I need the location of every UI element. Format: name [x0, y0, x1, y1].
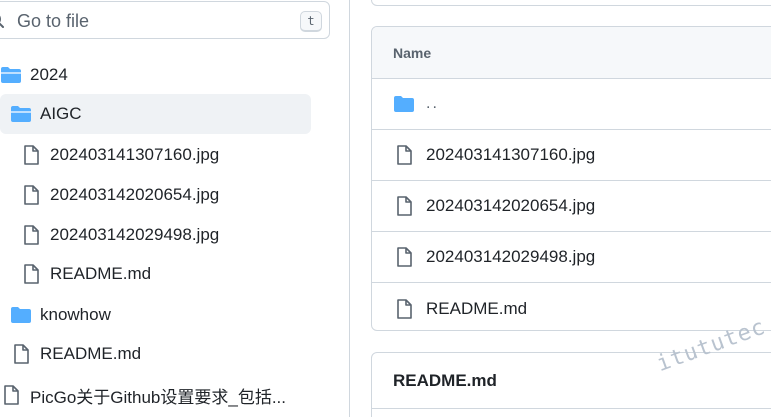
- file-icon: [20, 263, 42, 285]
- go-to-file-search[interactable]: Go to file t: [0, 1, 330, 39]
- tree-item-label: 202403142020654.jpg: [50, 185, 220, 204]
- search-placeholder: Go to file: [17, 11, 90, 31]
- file-icon: [393, 298, 415, 320]
- file-icon: [10, 343, 32, 365]
- folder-open-icon: [0, 64, 22, 86]
- search-icon: [0, 13, 5, 29]
- table-row[interactable]: 202403142020654.jpg: [372, 181, 771, 232]
- file-icon: [393, 246, 415, 268]
- folder-open-icon: [10, 103, 32, 125]
- tree-item-label: PicGo关于Github设置要求_包括...: [30, 387, 287, 407]
- tree-item-label: knowhow: [40, 305, 111, 324]
- file-link[interactable]: 202403142020654.jpg: [426, 196, 595, 216]
- tree-item-file[interactable]: 202403142029498.jpg: [20, 215, 219, 255]
- tree-item-file[interactable]: 202403142020654.jpg: [20, 175, 219, 215]
- tree-item-label: 202403141307160.jpg: [50, 145, 220, 164]
- readme-title[interactable]: README.md: [372, 353, 771, 409]
- file-icon: [20, 184, 42, 206]
- parent-directory-row[interactable]: ..: [372, 79, 771, 130]
- tree-item-label: README.md: [50, 264, 152, 283]
- file-link[interactable]: README.md: [426, 299, 527, 319]
- file-icon: [393, 144, 415, 166]
- tree-item-label: 202403142029498.jpg: [50, 225, 220, 244]
- header-box-edge: [371, 0, 771, 6]
- tree-item-label: 2024: [30, 65, 68, 84]
- table-row[interactable]: 202403142029498.jpg: [372, 232, 771, 283]
- tree-item-file[interactable]: README.md: [10, 334, 141, 374]
- table-row[interactable]: 202403141307160.jpg: [372, 130, 771, 181]
- file-icon: [20, 144, 42, 166]
- file-icon: [20, 224, 42, 246]
- tree-item-aigc[interactable]: AIGC: [0, 94, 311, 134]
- tree-item-label: README.md: [40, 344, 142, 363]
- readme-box: README.md: [371, 352, 771, 417]
- file-icon: [0, 384, 22, 406]
- folder-icon: [393, 93, 415, 115]
- file-list-table: Name .. 202403141307160.jpg 202403142020…: [371, 26, 771, 331]
- tree-item-knowhow[interactable]: knowhow: [10, 295, 111, 335]
- tree-item-file[interactable]: PicGo关于Github设置要求_包括...: [0, 375, 300, 415]
- folder-icon: [10, 304, 32, 326]
- tree-item-2024[interactable]: 2024: [0, 55, 68, 95]
- column-header-name: Name: [372, 27, 771, 79]
- file-link[interactable]: 202403141307160.jpg: [426, 145, 595, 165]
- tree-item-label: AIGC: [40, 104, 82, 123]
- parent-directory-link[interactable]: ..: [426, 95, 439, 113]
- shortcut-key-badge: t: [300, 11, 322, 32]
- table-row[interactable]: README.md: [372, 283, 771, 330]
- file-icon: [393, 195, 415, 217]
- tree-item-file[interactable]: README.md: [20, 254, 151, 294]
- file-link[interactable]: 202403142029498.jpg: [426, 247, 595, 267]
- tree-item-file[interactable]: 202403141307160.jpg: [20, 135, 219, 175]
- file-tree-sidebar: Go to file t 2024 AIGC 202403141307160.j…: [0, 0, 350, 417]
